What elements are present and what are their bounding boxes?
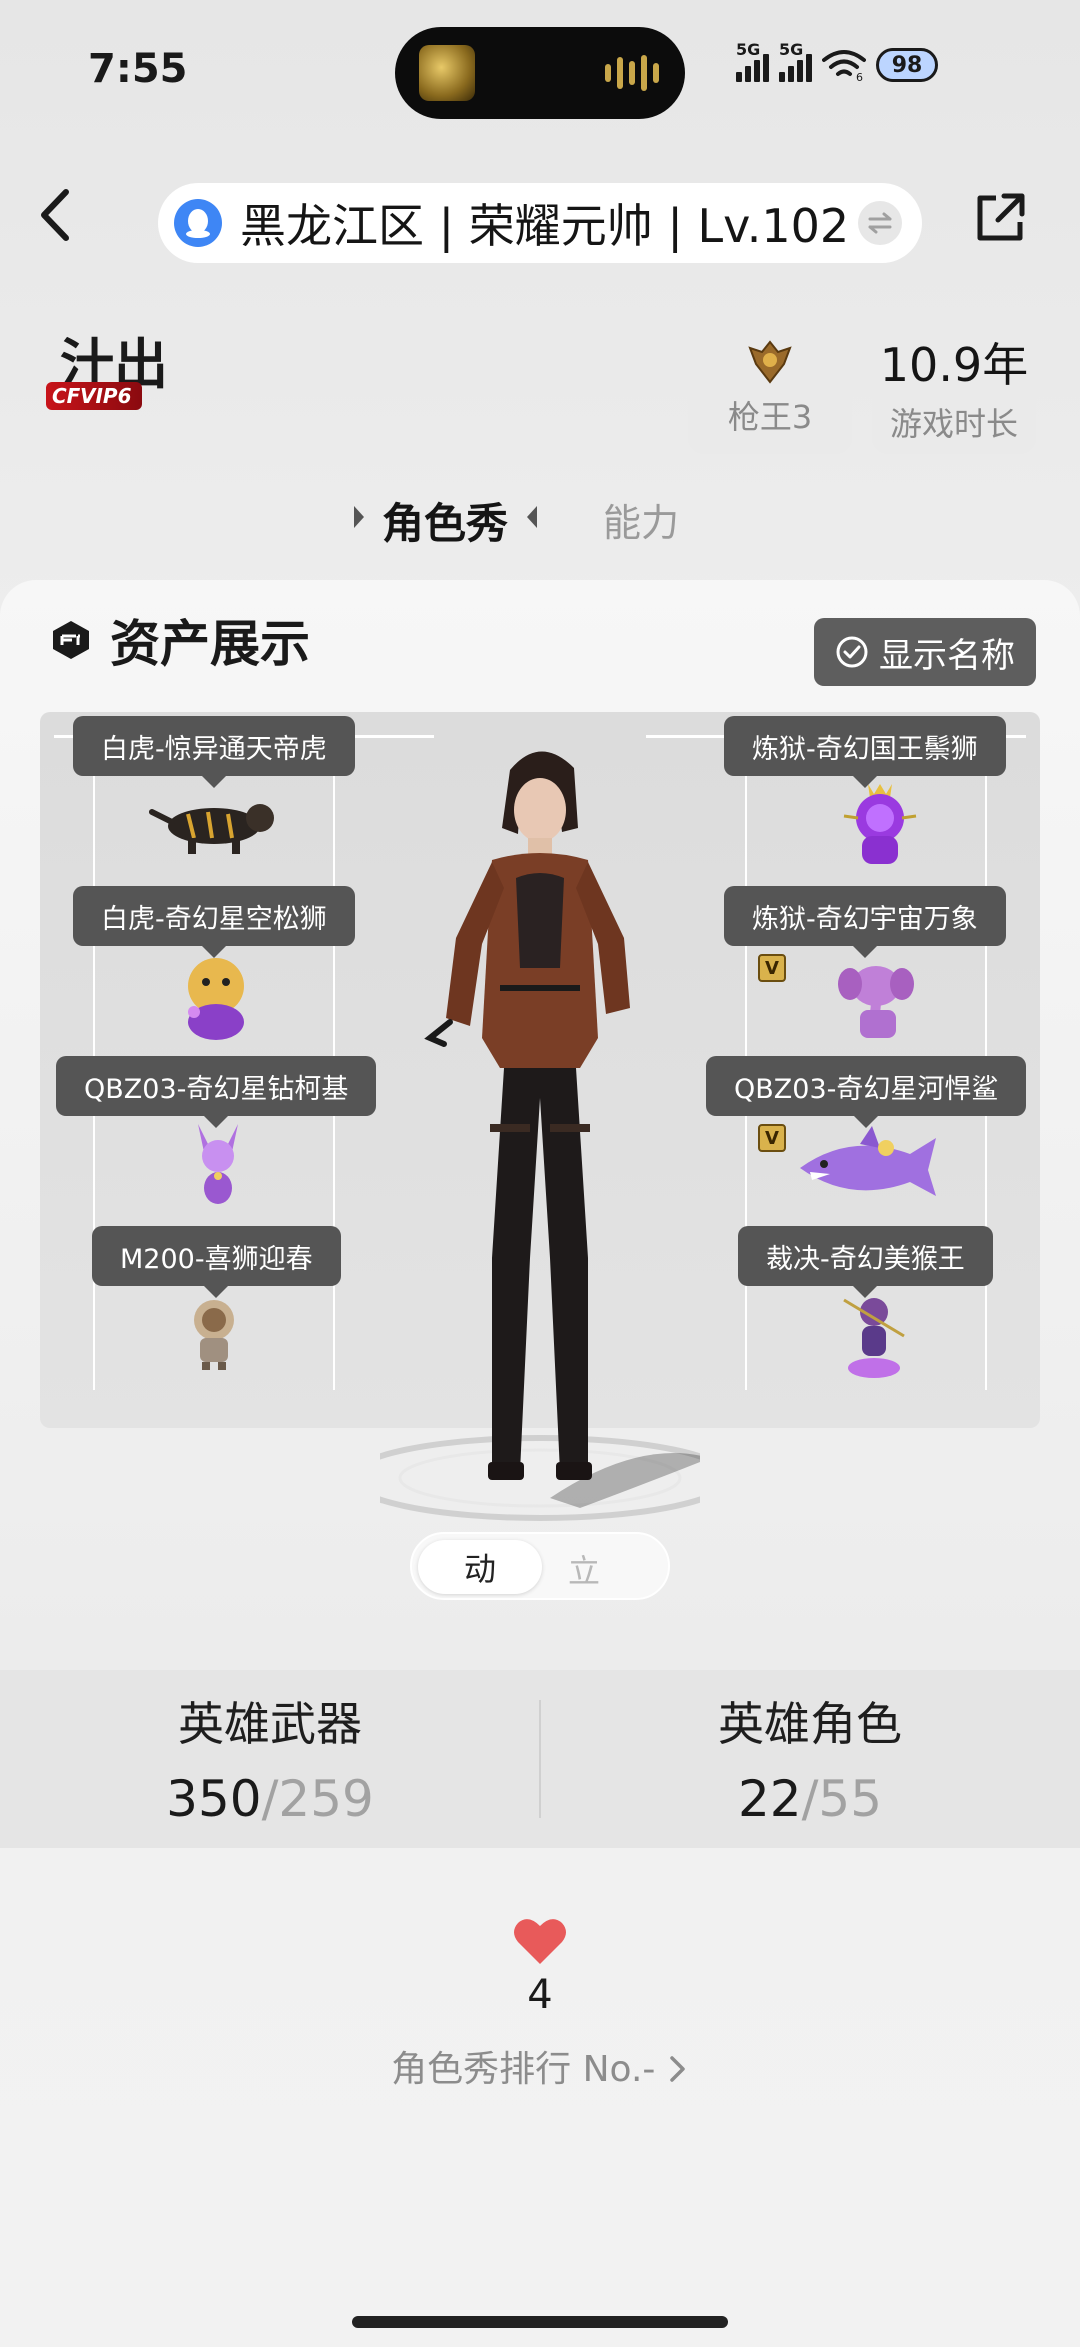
rank-card[interactable]: 枪王3 <box>688 320 852 454</box>
rank-emblem-icon <box>748 340 792 384</box>
like-count: 4 <box>527 1972 553 2018</box>
chow-chow-pet-icon <box>188 958 244 1040</box>
mode-dynamic[interactable]: 动 <box>418 1540 542 1594</box>
vip-v-badge: V <box>758 954 786 982</box>
hero-weapons-value: 350/259 <box>166 1770 374 1828</box>
status-time: 7:55 <box>88 46 188 92</box>
vip-badge: CF VIP6 <box>46 382 142 410</box>
asset-label: 炼狱-奇幻国王鬃狮 <box>724 716 1006 788</box>
tiger-pet-icon <box>149 804 274 854</box>
animation-mode-toggle[interactable]: 动 立 <box>410 1532 670 1600</box>
asset-label: 白虎-奇幻星空松狮 <box>73 886 355 958</box>
server-selector[interactable]: 黑龙江区 | 荣耀元帅 | Lv.102 <box>158 183 922 263</box>
back-icon[interactable] <box>30 180 80 250</box>
vip-level: VIP6 <box>80 384 132 408</box>
swap-icon[interactable] <box>858 201 902 245</box>
asset-label: QBZ03-奇幻星钻柯基 <box>56 1056 377 1128</box>
mode-static[interactable]: 立 <box>568 1546 600 1592</box>
cf-logo-icon: CF <box>52 384 81 408</box>
hero-roles-stat[interactable]: 英雄角色 22/55 <box>540 1688 1080 1828</box>
share-icon[interactable] <box>972 190 1028 246</box>
asset-label: 炼狱-奇幻宇宙万象 <box>724 886 1006 958</box>
battery-icon: 98 <box>876 48 938 82</box>
audio-waveform-icon <box>605 55 659 91</box>
character-show-rank-link[interactable]: 角色秀排行 No.- <box>0 2040 1080 2092</box>
lion-dance-pet-icon <box>194 1300 234 1370</box>
cellular-signal-icon: 5G <box>779 40 812 82</box>
network-type-label: 5G <box>736 40 761 59</box>
qq-icon <box>174 199 222 247</box>
asset-label: M200-喜狮迎春 <box>92 1226 341 1298</box>
playtime-value: 10.9年 <box>879 338 1029 392</box>
dynamic-island[interactable] <box>395 27 685 119</box>
rank-link-text: 角色秀排行 No.- <box>391 2049 667 2090</box>
check-circle-icon <box>836 636 868 668</box>
vip-v-badge: V <box>758 1124 786 1152</box>
status-indicators: 5G 5G 6 98 <box>736 40 938 82</box>
hero-weapons-label: 英雄武器 <box>178 1697 362 1751</box>
status-bar: 7:55 5G 5G 6 98 <box>0 0 1080 140</box>
hero-roles-label: 英雄角色 <box>718 1697 902 1751</box>
corgi-pet-icon <box>198 1124 238 1204</box>
asset-label: 白虎-惊异通天帝虎 <box>73 716 355 788</box>
tab-character-show[interactable]: 角色秀 <box>382 490 508 551</box>
chevron-right-icon <box>670 2056 685 2082</box>
wifi-icon: 6 <box>822 50 866 82</box>
show-names-toggle[interactable]: 显示名称 <box>814 618 1036 686</box>
section-title: 资产展示 <box>50 604 310 676</box>
asset-label: 裁决-奇幻美猴王 <box>738 1226 993 1298</box>
now-playing-artwork <box>419 45 475 101</box>
hero-stats: 英雄武器 350/259 英雄角色 22/55 <box>0 1670 1080 1848</box>
wifi-band-label: 6 <box>856 71 863 82</box>
shark-pet-icon <box>800 1126 936 1196</box>
lion-king-pet-icon <box>843 784 917 864</box>
character-model[interactable] <box>380 738 700 1558</box>
tab-indicator-left-icon <box>354 506 364 528</box>
elephant-pet-icon <box>838 966 914 1038</box>
show-names-label: 显示名称 <box>879 635 1015 676</box>
server-info: 黑龙江区 | 荣耀元帅 | Lv.102 <box>240 199 850 253</box>
playtime-label: 游戏时长 <box>889 405 1018 443</box>
hero-weapons-stat[interactable]: 英雄武器 350/259 <box>0 1688 540 1828</box>
playtime-card: 10.9年 游戏时长 <box>872 320 1036 454</box>
tab-bar: 角色秀 能力 <box>0 482 1080 552</box>
tab-ability[interactable]: 能力 <box>603 492 679 547</box>
home-indicator[interactable] <box>352 2316 728 2328</box>
asset-label: QBZ03-奇幻星河悍鲨 <box>706 1056 1027 1128</box>
section-title-text: 资产展示 <box>110 615 310 673</box>
network-type-label: 5G <box>779 40 804 59</box>
tab-indicator-right-icon <box>527 506 537 528</box>
heart-icon[interactable] <box>512 1916 568 1966</box>
battery-level: 98 <box>891 52 923 78</box>
monkey-king-pet-icon <box>843 1298 905 1378</box>
cellular-signal-icon: 5G <box>736 40 769 82</box>
rank-label: 枪王3 <box>727 398 813 436</box>
cf-hex-icon <box>53 621 89 659</box>
hero-roles-value: 22/55 <box>737 1770 883 1828</box>
